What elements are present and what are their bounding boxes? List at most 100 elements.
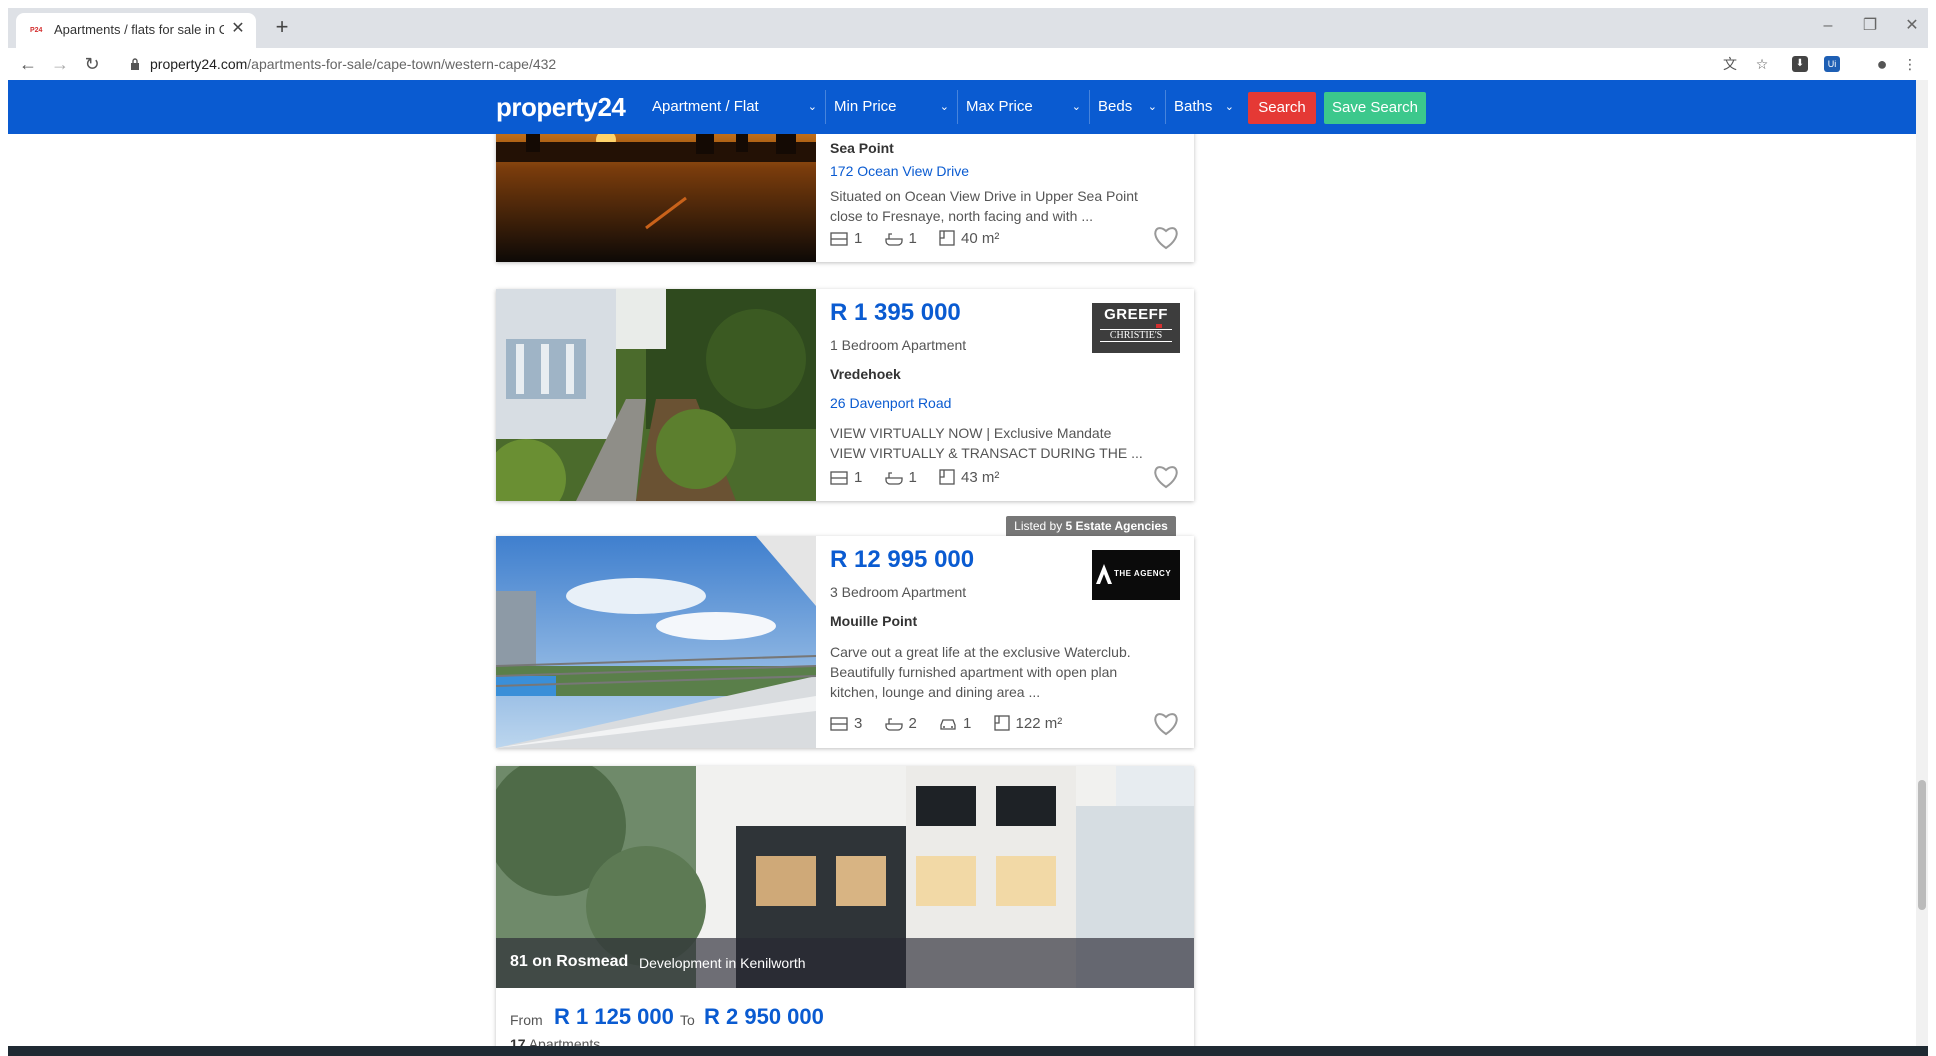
bedrooms-count: 1 [854,229,863,247]
scrollbar-thumb[interactable] [1918,780,1926,910]
back-arrow-icon[interactable]: ← [16,52,40,76]
os-taskbar [8,1046,1928,1056]
browser-tab[interactable]: P24 Apartments / flats for sale in Cap ✕ [16,13,256,48]
save-search-button[interactable]: Save Search [1324,92,1426,124]
listing-photo[interactable] [496,536,816,748]
listing-suburb: Vredehoek [830,366,901,382]
listing-suburb: Mouille Point [830,613,918,629]
translate-icon[interactable]: 文 [1720,54,1740,74]
agency-logo[interactable]: THE AGENCY [1092,550,1180,600]
close-tab-icon[interactable]: ✕ [228,19,248,39]
floor-size-value: 43 m² [961,468,1000,486]
from-label: From [510,1012,543,1028]
restore-button[interactable]: ❐ [1856,14,1884,38]
extension-ui-icon[interactable]: Ui [1824,56,1840,72]
floor-size-icon [939,468,955,485]
listing-card[interactable]: R 12 995 000 3 Bedroom Apartment Mouille… [496,536,1194,748]
url-host: property24.com [150,56,248,72]
minimize-button[interactable]: – [1814,14,1842,38]
floor-size-value: 40 m² [961,229,1000,247]
bed-icon [830,470,848,485]
listing-suburb: Sea Point [830,140,894,156]
listing-address-link[interactable]: 26 Davenport Road [830,395,951,411]
floor-size-icon [939,229,955,246]
listing-price[interactable]: R 12 995 000 [830,546,974,574]
listing-price[interactable]: R 1 395 000 [830,299,961,327]
development-name[interactable]: 81 on Rosmead [510,953,628,971]
reload-icon[interactable]: ↻ [80,52,104,76]
bathrooms-feature: 1 [884,229,917,247]
listing-description: VIEW VIRTUALLY NOW | Exclusive Mandate V… [830,425,1143,461]
floor-size-feature: 43 m² [939,469,999,486]
garages-feature: 1 [939,715,971,732]
development-card[interactable]: 81 on Rosmead Development in Kenilworth … [496,766,1194,1046]
listing-card[interactable]: R 1 395 000 1 Bedroom Apartment Vredehoe… [496,289,1194,501]
listed-by-prefix: Listed by [1014,519,1063,533]
filter-label: Apartment / Flat [652,98,759,115]
search-button[interactable]: Search [1248,92,1316,124]
chevron-down-icon: ⌄ [1071,101,1081,113]
favourite-heart-icon[interactable] [1152,710,1180,736]
bed-icon [830,716,848,731]
property-type-filter[interactable]: Apartment / Flat ⌄ [644,90,826,124]
property24-logo[interactable]: property24 [496,92,626,123]
extension-icon[interactable]: ⬇ [1792,56,1808,72]
favourite-heart-icon[interactable] [1152,463,1180,489]
floor-size-value: 122 m² [1015,714,1063,732]
listing-description: Carve out a great life at the exclusive … [830,644,1131,700]
units-label: Apartments [528,1036,601,1046]
site-header: property24 Apartment / Flat ⌄ Min Price … [8,80,1916,134]
agency-name-bottom: CHRISTIE'S [1100,329,1172,342]
bookmark-star-icon[interactable]: ☆ [1752,54,1772,74]
profile-icon[interactable]: ● [1872,54,1892,74]
filter-label: Baths [1174,98,1213,115]
forward-arrow-icon[interactable]: → [48,52,72,76]
baths-filter[interactable]: Baths ⌄ [1166,90,1242,124]
favicon-icon: P24 [30,27,43,34]
favourite-heart-icon[interactable] [1152,224,1180,250]
listing-description: Situated on Ocean View Drive in Upper Se… [830,188,1138,224]
min-price-filter[interactable]: Min Price ⌄ [826,90,958,124]
to-price: R 2 950 000 [704,1004,824,1029]
listing-features: 1 1 43 m² [830,468,1017,490]
listed-by-badge: Listed by 5 Estate Agencies [1006,516,1176,536]
agency-name-top: GREEFF [1104,306,1168,323]
page-scrollbar[interactable] [1916,80,1928,1046]
max-price-filter[interactable]: Max Price ⌄ [958,90,1090,124]
chevron-down-icon: ⌄ [807,101,817,113]
agency-logo[interactable]: GREEFF CHRISTIE'S [1092,303,1180,353]
bedrooms-count: 1 [854,468,863,486]
units-count: 17 Apartments [510,1036,600,1046]
listing-card[interactable]: Sea Point 172 Ocean View Drive Situated … [496,134,1194,262]
listing-photo[interactable] [496,134,816,262]
listing-address-link[interactable]: 172 Ocean View Drive [830,163,969,179]
window-close-button[interactable]: ✕ [1898,14,1926,38]
bed-icon [830,231,848,246]
floor-size-feature: 122 m² [993,714,1063,732]
bedrooms-feature: 1 [830,230,862,247]
url-field[interactable]: property24.com/apartments-for-sale/cape-… [150,50,1750,78]
listing-photo[interactable] [496,289,816,501]
url-path: /apartments-for-sale/cape-town/western-c… [247,56,557,72]
new-tab-button[interactable]: + [270,16,294,40]
beds-filter[interactable]: Beds ⌄ [1090,90,1166,124]
bath-icon [884,717,903,731]
bedrooms-feature: 1 [830,469,862,486]
floor-size-feature: 40 m² [939,230,999,247]
listed-by-count: 5 Estate Agencies [1065,519,1168,533]
development-caption-bar: 81 on Rosmead Development in Kenilworth [496,938,1194,988]
address-bar-row: ← → ↻ property24.com/apartments-for-sale… [8,48,1928,80]
agency-logo-mark [1156,324,1162,328]
listing-features: 3 2 1 122 m² [830,714,1080,736]
floor-size-icon [993,714,1010,731]
car-icon [940,718,956,730]
menu-kebab-icon[interactable]: ⋮ [1900,54,1920,74]
to-label: To [680,1012,695,1028]
filter-label: Min Price [834,98,897,115]
bathrooms-count: 1 [908,468,917,486]
tab-title: Apartments / flats for sale in Cap [54,22,224,37]
garages-count: 1 [963,714,972,732]
bathrooms-feature: 1 [884,468,917,486]
development-subtitle: Development in Kenilworth [639,955,806,971]
bathrooms-count: 1 [908,229,917,247]
